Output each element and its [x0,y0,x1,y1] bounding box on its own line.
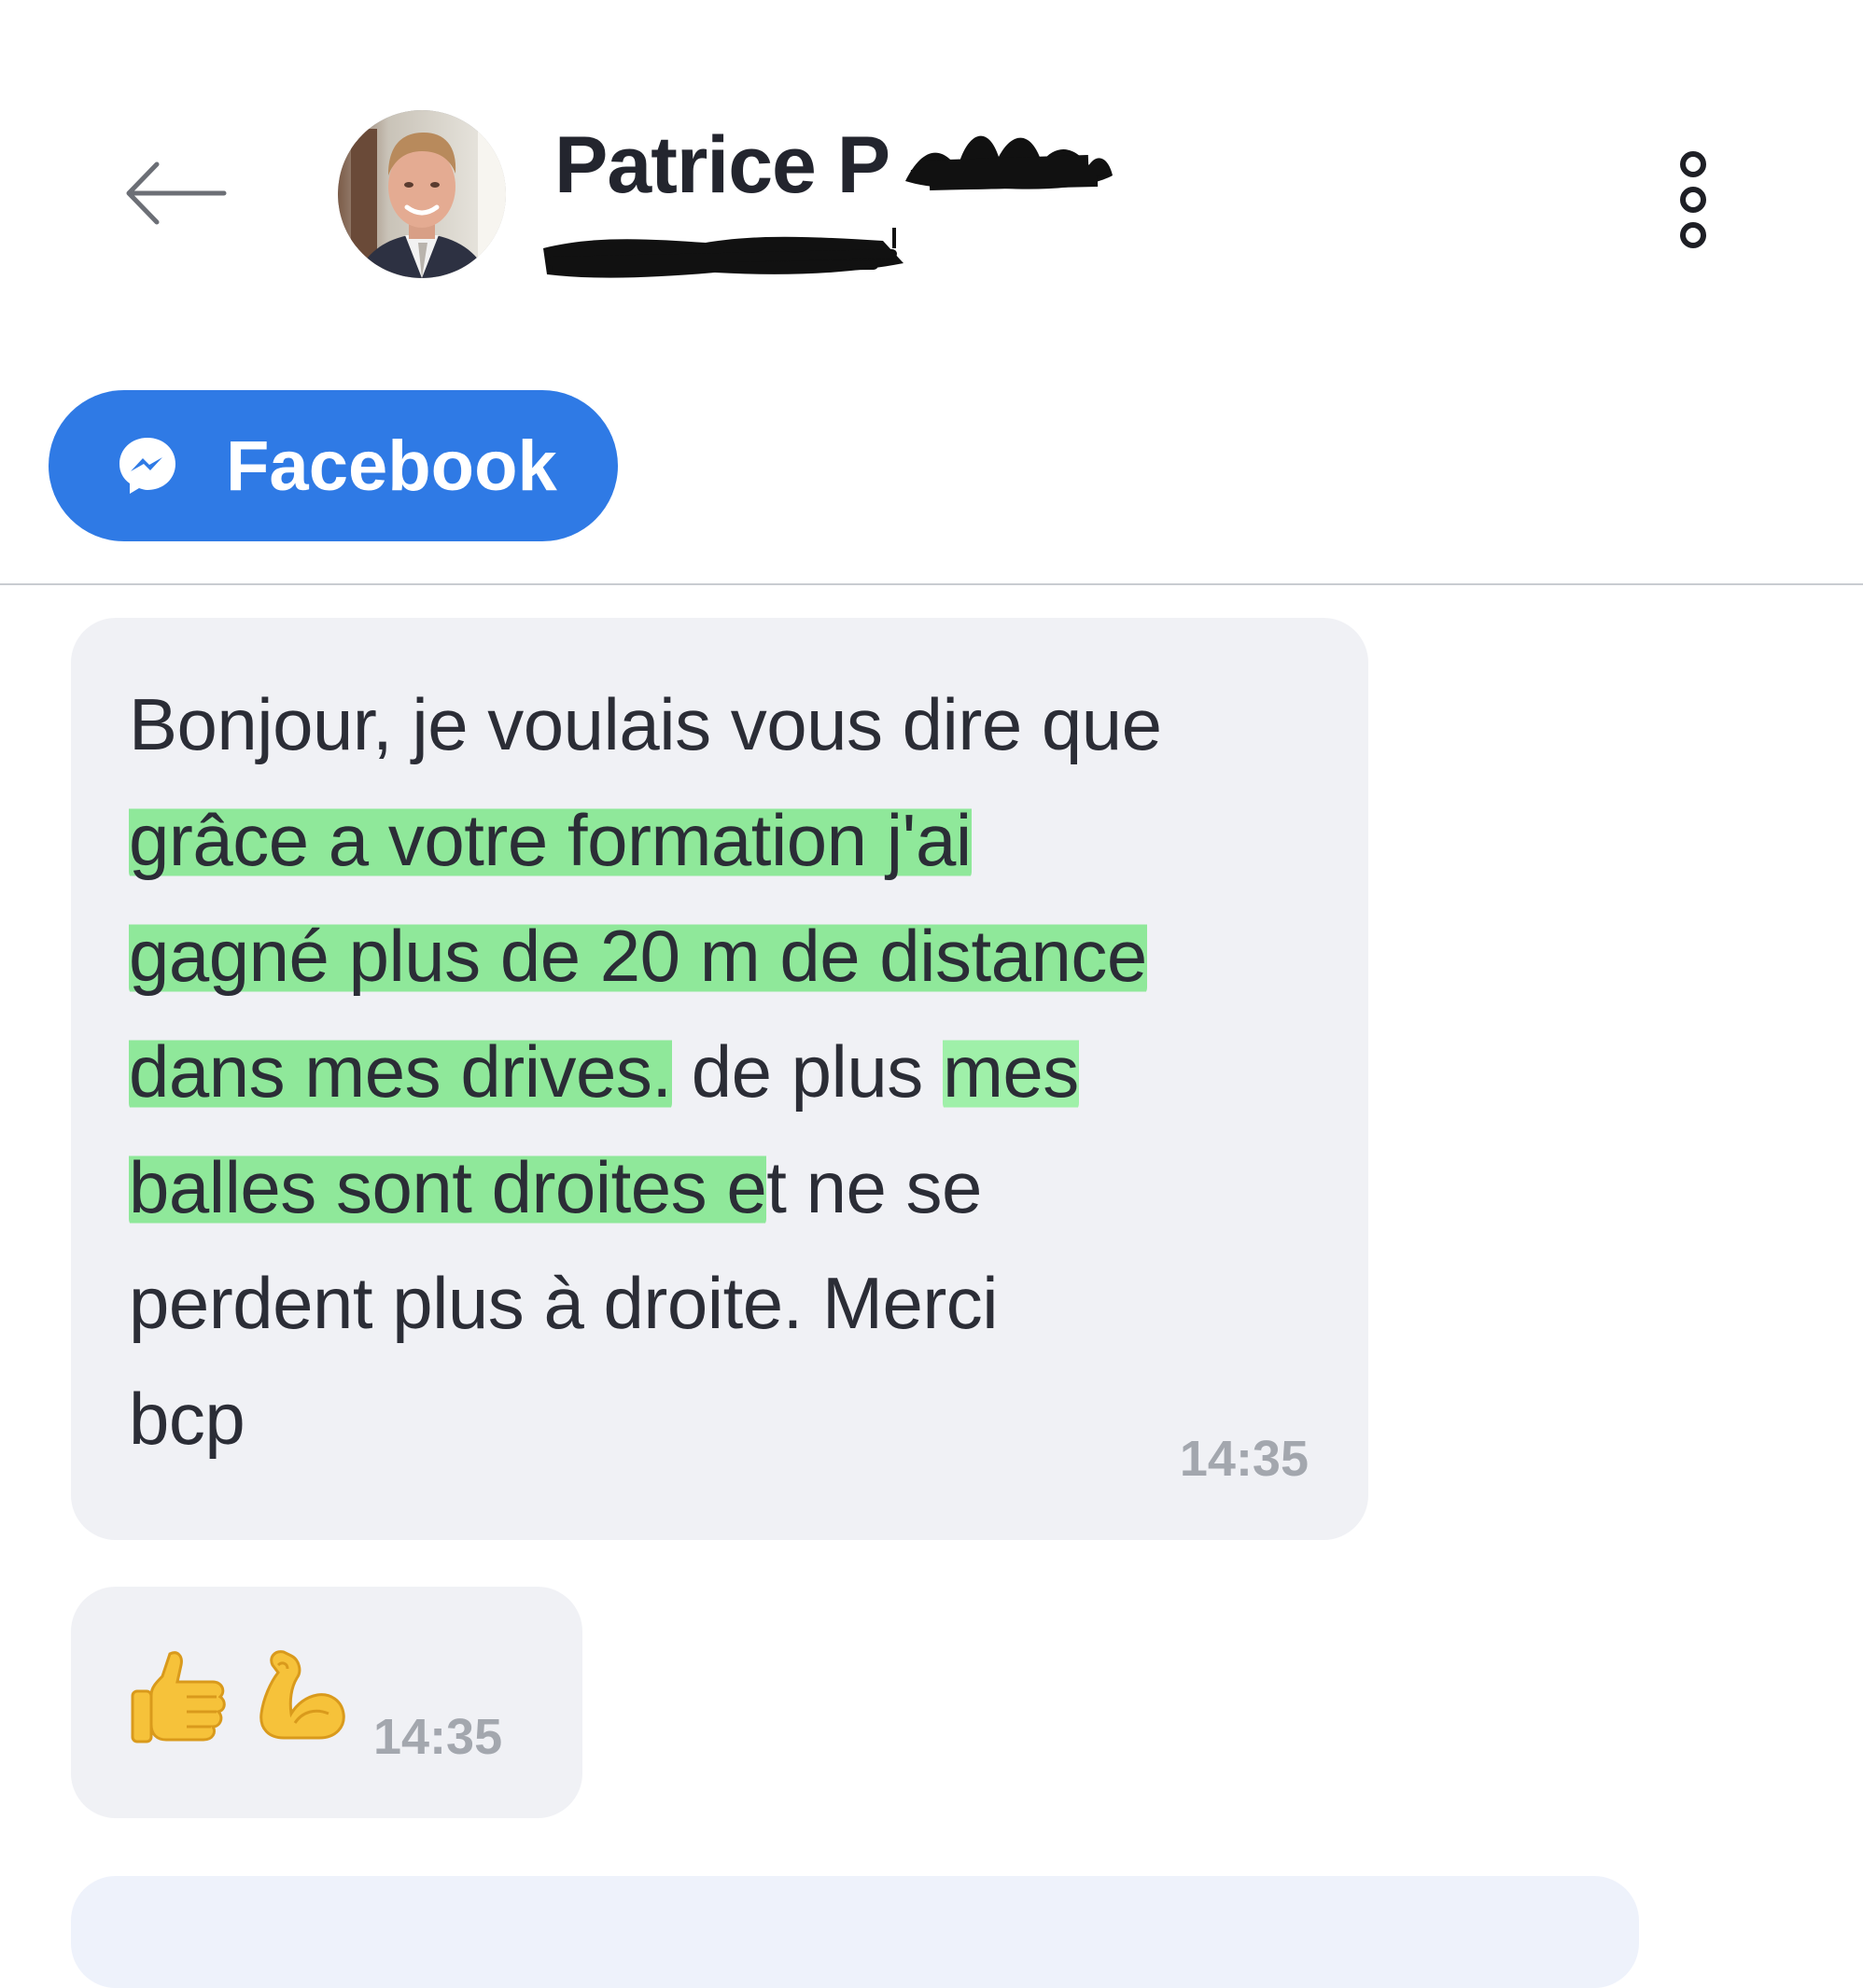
message-text: Bonjour, je voulais vous dire que [129,683,1162,765]
message-text: perdent plus à droite. Merci [129,1262,999,1344]
message-timestamp: 14:35 [373,1709,503,1765]
header-divider [0,583,1863,585]
thumbs-up-emoji [131,1651,226,1743]
highlighted-text: grâce a votre formation j'ai [129,799,972,881]
avatar[interactable] [338,110,506,278]
more-options-icon[interactable] [1669,144,1717,256]
facebook-channel-button[interactable]: Facebook [49,390,618,541]
message-line: grâce a votre formation j'ai [129,782,972,898]
highlighted-text: mes [942,1030,1079,1113]
message-line: gagné plus de 20 m de distance [129,898,1147,1014]
message-line: balles sont droites et ne se [129,1129,982,1245]
message-line: Bonjour, je voulais vous dire que [129,666,1162,782]
next-message-bubble [71,1876,1639,1988]
channel-label: Facebook [226,426,557,506]
flexed-biceps-emoji [259,1650,345,1740]
message-line: dans mes drives. de plus mes [129,1014,1079,1129]
message-text: t ne se [766,1146,982,1228]
message-line: perdent plus à droite. Merci [129,1245,999,1361]
message-line: bcp [129,1361,245,1477]
messenger-icon [119,438,175,494]
emoji-row [129,1645,364,1745]
message-timestamp: 14:35 [1179,1431,1309,1487]
highlighted-text: gagné plus de 20 m de distance [129,915,1147,997]
redaction-scribble [905,135,1113,190]
message-text: de plus [671,1030,943,1113]
highlighted-text: dans mes drives. [129,1030,672,1113]
contact-photo [338,110,506,278]
contact-name: Patrice P [554,120,890,210]
incoming-message-bubble[interactable]: Bonjour, je voulais vous dire que grâce … [71,618,1368,1540]
incoming-message-bubble[interactable]: 14:35 [71,1587,582,1818]
highlighted-text: balles sont droites e [129,1146,767,1228]
back-arrow-icon[interactable] [119,151,231,235]
redaction-scribble [543,228,903,278]
message-text: bcp [129,1378,245,1460]
conversation-header: Patrice P [0,0,1863,336]
